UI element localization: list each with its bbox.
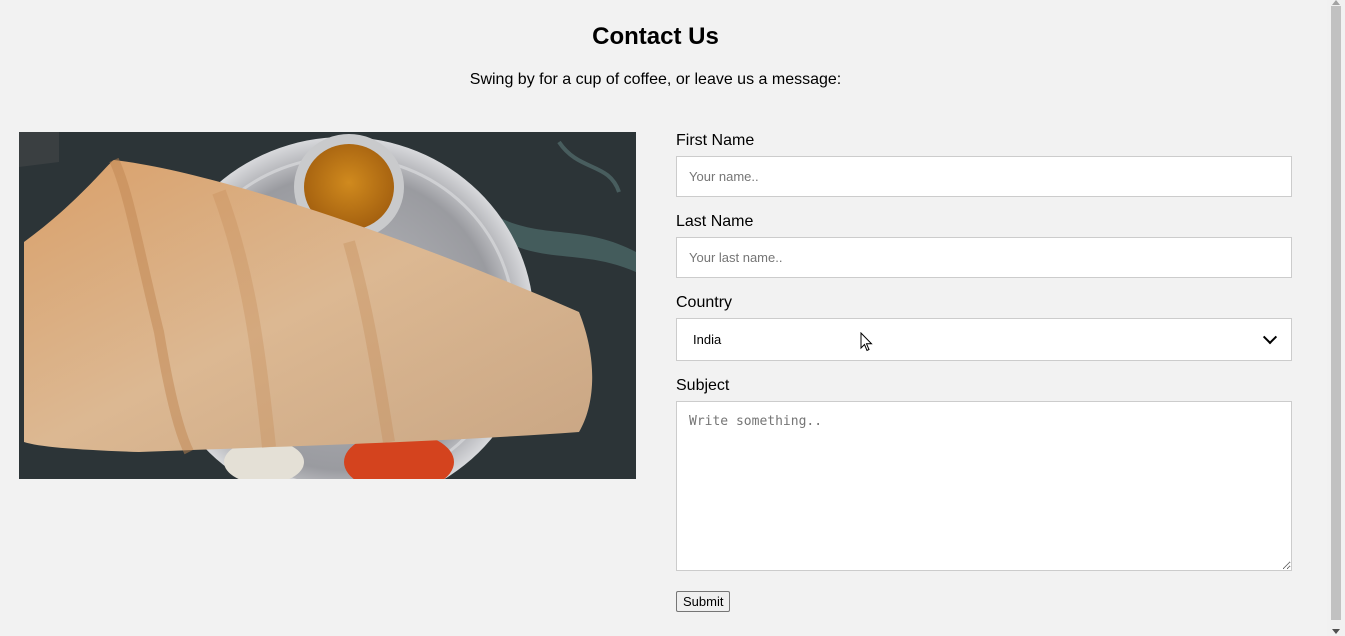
subject-textarea[interactable]	[676, 401, 1292, 571]
subject-label: Subject	[676, 377, 730, 394]
scroll-down-arrow-icon[interactable]	[1332, 629, 1340, 634]
country-select[interactable]: India	[676, 318, 1292, 361]
chevron-down-icon	[1262, 329, 1278, 344]
country-selected-value: India	[693, 332, 722, 347]
dosa-photo	[19, 132, 636, 479]
scroll-up-arrow-icon[interactable]	[1332, 0, 1340, 5]
last-name-input[interactable]	[676, 237, 1292, 278]
scrollbar-thumb[interactable]	[1331, 6, 1341, 620]
page-subtitle: Swing by for a cup of coffee, or leave u…	[469, 71, 842, 88]
page-title: Contact Us	[592, 23, 719, 50]
contact-page: Contact Us Swing by for a cup of coffee,…	[0, 0, 1327, 636]
submit-button[interactable]: Submit	[676, 591, 731, 612]
first-name-label: First Name	[676, 132, 755, 149]
country-label: Country	[676, 294, 733, 311]
last-name-label: Last Name	[676, 213, 754, 230]
food-image	[19, 132, 636, 479]
mouse-cursor-icon	[860, 332, 873, 352]
first-name-input[interactable]	[676, 156, 1292, 197]
vertical-scrollbar[interactable]	[1327, 0, 1345, 636]
